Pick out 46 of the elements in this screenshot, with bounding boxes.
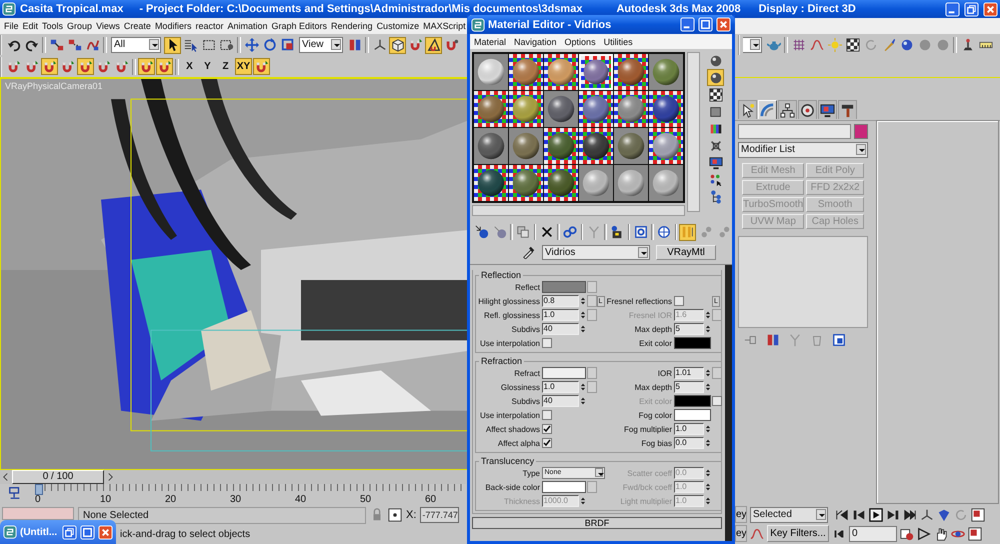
group-title: Translucency (480, 456, 536, 466)
field-label: Light multiplier (619, 496, 672, 506)
field-label: Scatter coeff (626, 468, 672, 478)
field-label: Fog multiplier (622, 424, 672, 434)
field-label: Fwd/bck coeff (622, 482, 672, 492)
field-label: Exit color (638, 396, 672, 406)
frame-number: 0 (35, 494, 41, 505)
project-path: - Project Folder: C:\Documents and Settings\Administrador\Mis documentos\3dsmax (139, 3, 582, 15)
field-label: Max depth (634, 324, 672, 334)
field-label: Use interpolation (478, 410, 540, 420)
field-label: Back-side color (484, 482, 540, 492)
field-label: Fog bias (640, 438, 672, 448)
field-label: Fresnel IOR (628, 310, 672, 320)
field-label: Thickness (502, 496, 540, 506)
selection-status: None Selected (78, 506, 366, 524)
field-label: Affect shadows (484, 424, 540, 434)
prompt-text: ick-and-drag to select objects (120, 529, 250, 540)
app-name: Autodesk 3ds Max 2008 (616, 3, 741, 15)
window-title: Casita Tropical.max (20, 3, 124, 15)
display-mode: Display : Direct 3D (758, 3, 856, 15)
field-label: Exit color (638, 338, 672, 348)
window-title: Material Editor - Vidrios (488, 18, 612, 30)
frame-number: 40 (295, 494, 306, 505)
group-title: Refraction (480, 356, 524, 366)
field-label: Subdivs (510, 396, 540, 406)
field-label: Affect alpha (496, 438, 540, 448)
frame-number: 10 (100, 494, 112, 505)
field-label: Refract (513, 368, 540, 378)
field-label: Fresnel reflections (606, 296, 672, 306)
field-label: Hilight glossiness (477, 296, 540, 306)
field-label: Reflect (514, 282, 540, 292)
field-label: IOR (656, 368, 672, 378)
frame-number: 20 (165, 494, 176, 505)
coordinate-label: X: (406, 509, 416, 521)
field-label: Use interpolation (478, 338, 540, 348)
field-label: Type (522, 468, 540, 478)
field-label: Subdivs (510, 324, 540, 334)
frame-number: 60 (425, 494, 436, 505)
window-title: (Untitl... (20, 526, 58, 538)
frame-number: 30 (230, 494, 242, 505)
frame-number: 50 (360, 494, 372, 505)
field-label: Glossiness (500, 382, 540, 392)
field-label: Fog color (638, 410, 672, 420)
field-label: Refl. glossiness (482, 310, 540, 320)
group-title: Reflection (480, 270, 522, 280)
field-label: Max depth (634, 382, 672, 392)
